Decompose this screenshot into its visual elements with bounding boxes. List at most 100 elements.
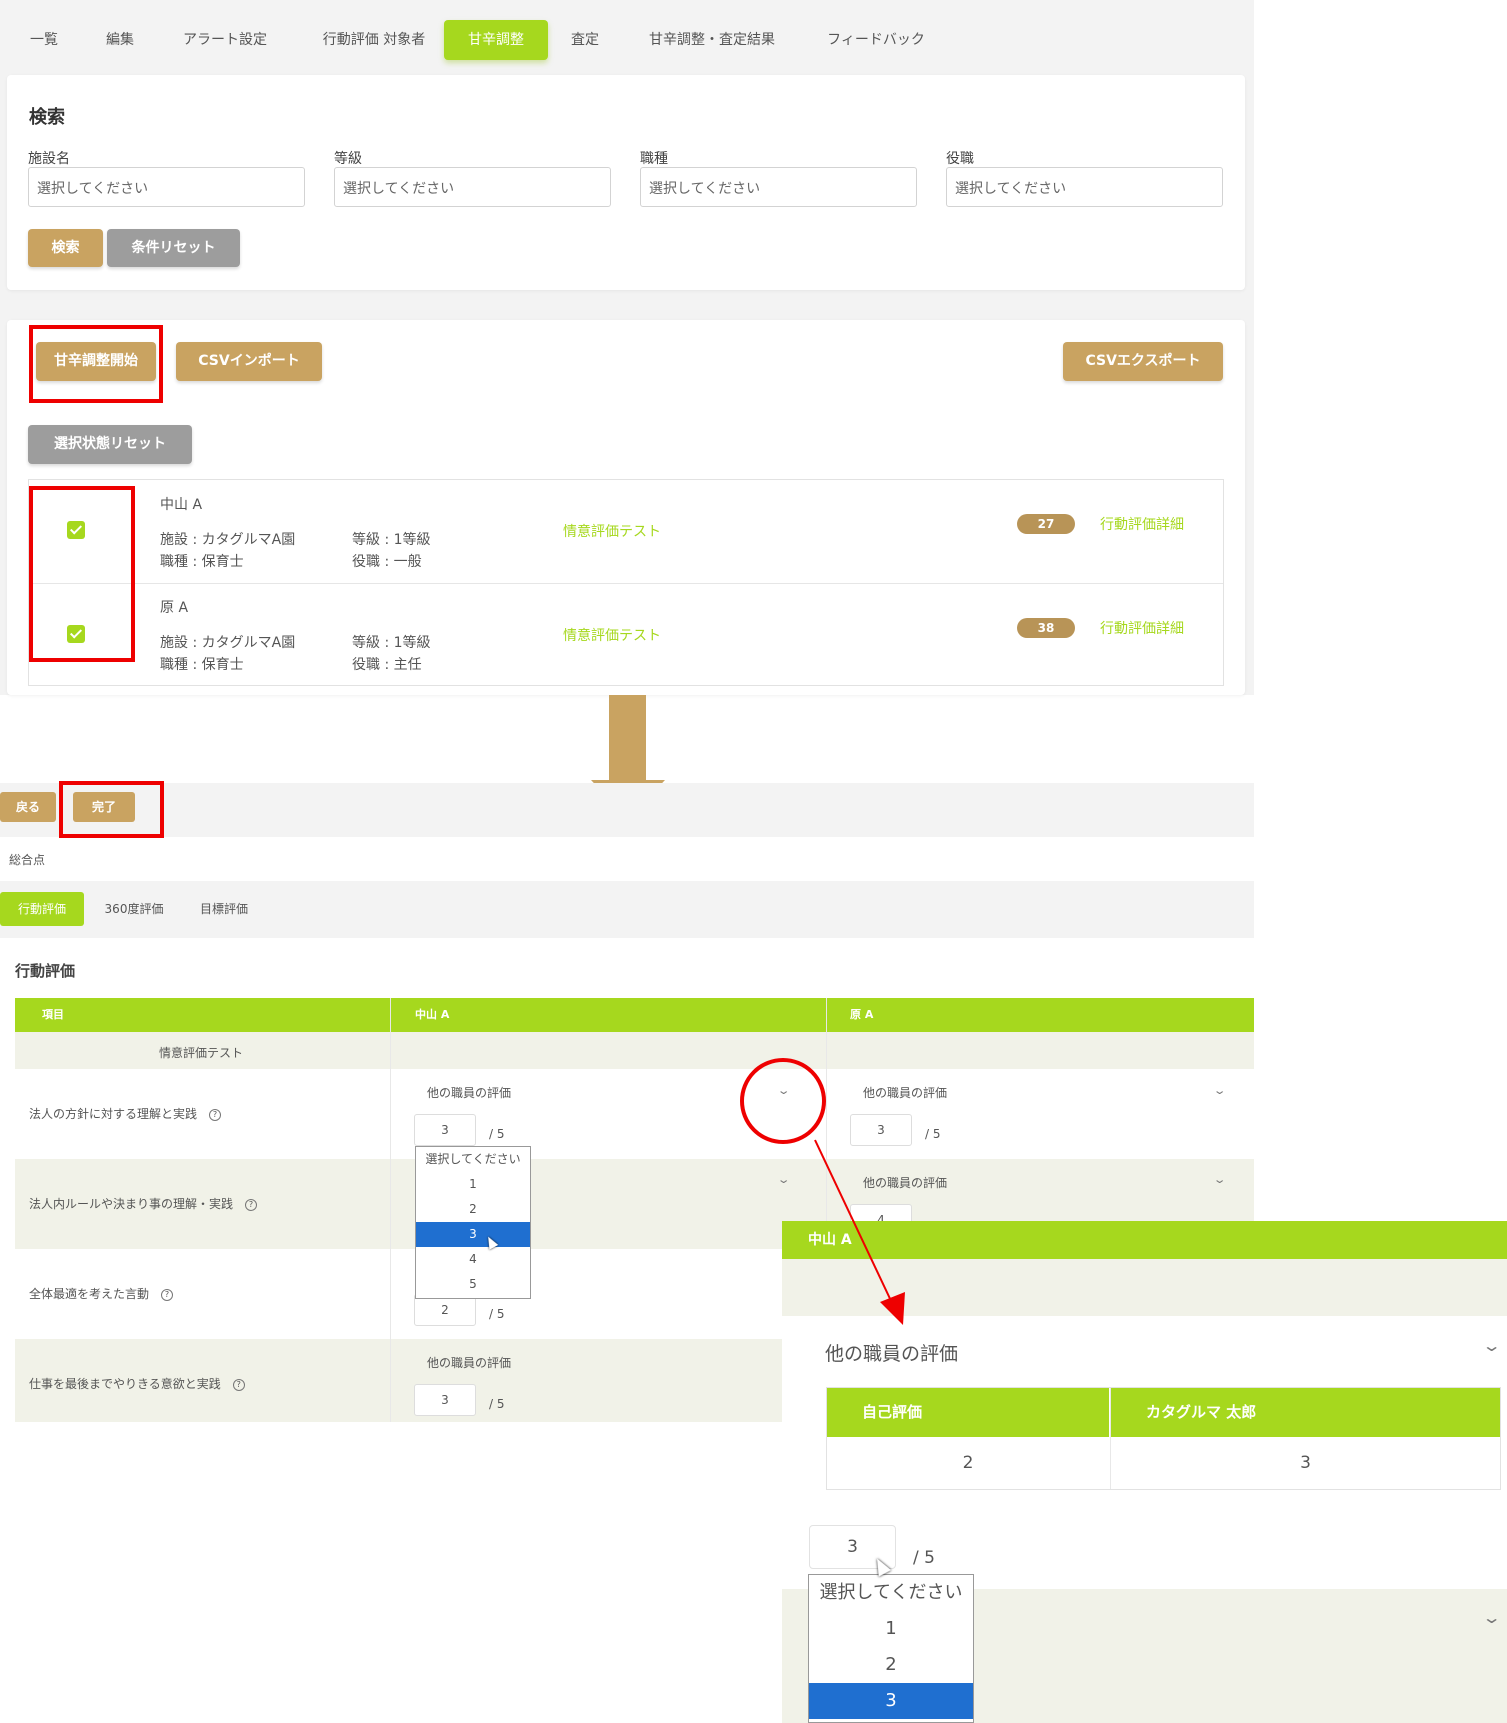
position-select[interactable]: 選択してください [946,167,1223,207]
csv-export-button[interactable]: CSVエクスポート [1063,342,1223,381]
score-select[interactable]: 3 [414,1114,476,1146]
item-label: 全体最適を考えた言動? [29,1285,174,1302]
help-icon[interactable]: ? [232,1378,245,1391]
tab-alert-settings[interactable]: アラート設定 [170,20,280,60]
dropdown-option[interactable]: 選択してください [416,1147,530,1172]
chevron-down-icon[interactable]: ⌄ [777,1084,791,1097]
tab-feedback[interactable]: フィードバック [810,20,942,60]
employee-job-type: 職種 : 保育士 [160,554,244,570]
facility-label: 施設名 [28,151,70,167]
grade-select[interactable]: 選択してください [334,167,611,207]
chevron-down-icon[interactable]: ⌄ [777,1173,791,1186]
list-item: 原 A 施設 : カタグルマA園 職種 : 保育士 等級 : 1等級 役職 : … [29,583,1223,686]
condition-reset-button[interactable]: 条件リセット [107,229,240,267]
employee-column-header: 原 A [850,1008,874,1021]
column-divider [826,998,827,1221]
position-label: 役職 [946,151,974,167]
self-evaluation-value: 2 [962,1453,974,1473]
score-dropdown-list[interactable]: 選択してください 1 2 3 [808,1574,974,1723]
tab-360-evaluation[interactable]: 360度評価 [94,892,174,926]
highlight-box [29,486,135,662]
dropdown-option[interactable]: 4 [416,1247,530,1272]
tab-edit[interactable]: 編集 [92,20,148,60]
score-select[interactable]: 3 [850,1114,912,1146]
score-select[interactable]: 3 [414,1384,476,1416]
search-button[interactable]: 検索 [28,229,103,267]
employee-name: 原 A [160,600,189,616]
back-button[interactable]: 戻る [0,792,56,822]
job-type-select[interactable]: 選択してください [640,167,917,207]
chevron-down-icon[interactable]: ⌄ [1482,1608,1502,1627]
dropdown-option-selected[interactable]: 3 [416,1222,530,1247]
tab-list[interactable]: 一覧 [14,20,74,60]
evaluator-header: カタグルマ 太郎 [1110,1388,1500,1437]
item-label: 法人の方針に対する理解と実践? [29,1105,222,1122]
employee-list: 中山 A 施設 : カタグルマA園 職種 : 保育士 等級 : 1等級 役職 :… [28,479,1224,686]
dropdown-option[interactable]: 2 [809,1647,973,1683]
category-label: 情意評価テスト [159,1046,244,1060]
self-evaluation-header: 自己評価 [827,1388,1109,1437]
tab-adjustment[interactable]: 甘辛調整 [444,20,548,60]
help-icon[interactable]: ? [209,1108,222,1121]
employee-grade: 等級 : 1等級 [352,532,431,548]
tab-assessment[interactable]: 査定 [557,20,613,60]
facility-select[interactable]: 選択してください [28,167,305,207]
employee-facility: 施設 : カタグルマA園 [160,635,296,651]
selection-reset-button[interactable]: 選択状態リセット [28,425,192,464]
other-staff-evaluation-toggle[interactable]: 他の職員の評価 [863,1174,947,1191]
item-label: 法人内ルールや決まり事の理解・実践? [29,1195,258,1212]
tab-adjustment-results[interactable]: 甘辛調整・査定結果 [632,20,792,60]
score-dropdown-list[interactable]: 選択してください 1 2 3 4 5 [415,1146,531,1299]
tab-goal-evaluation[interactable]: 目標評価 [188,892,260,926]
chevron-down-icon[interactable]: ⌄ [1213,1173,1227,1186]
chevron-down-icon[interactable]: ⌄ [1213,1084,1227,1097]
employee-position: 役職 : 主任 [352,657,422,673]
max-score-label: / 5 [925,1127,941,1141]
list-item: 中山 A 施設 : カタグルマA園 職種 : 保育士 等級 : 1等級 役職 :… [29,480,1223,583]
max-score-label: / 5 [913,1548,935,1568]
dropdown-option[interactable]: 2 [416,1197,530,1222]
table-header: 項目 中山 A 原 A [15,998,1254,1032]
total-score-label: 総合点 [9,853,46,867]
zoom-header: 中山 A [782,1221,1507,1259]
score-badge: 38 [1017,618,1075,638]
tab-evaluation-targets[interactable]: 行動評価 対象者 [304,20,444,60]
search-card: 検索 施設名 選択してください 等級 選択してください 職種 選択してください … [7,75,1245,290]
employee-facility: 施設 : カタグルマA園 [160,532,296,548]
job-type-label: 職種 [640,151,668,167]
other-staff-evaluation-toggle[interactable]: 他の職員の評価 [863,1084,947,1101]
chevron-down-icon[interactable]: ⌄ [1482,1336,1502,1355]
dropdown-option-selected[interactable]: 3 [809,1683,973,1719]
behavior-detail-link[interactable]: 行動評価詳細 [1100,514,1184,534]
sub-tab-bar: 行動評価 360度評価 目標評価 [0,881,1254,938]
evaluation-test-link[interactable]: 情意評価テスト [563,521,661,541]
evaluation-test-link[interactable]: 情意評価テスト [563,625,661,645]
csv-import-button[interactable]: CSVインポート [176,342,322,381]
employee-grade: 等級 : 1等級 [352,635,431,651]
dropdown-option[interactable]: 5 [416,1272,530,1297]
zoom-band [782,1259,1507,1316]
item-column-header: 項目 [42,1008,64,1021]
help-icon[interactable]: ? [161,1288,174,1301]
search-title: 検索 [29,107,65,128]
table-row: 法人の方針に対する理解と実践? 他の職員の評価 ⌄ 3 / 5 他の職員の評価 … [15,1069,1254,1159]
help-icon[interactable]: ? [245,1198,258,1211]
other-staff-evaluation-toggle[interactable]: 他の職員の評価 [427,1354,511,1371]
item-label: 仕事を最後までやりきる意欲と実践? [29,1375,245,1392]
tab-behavior-evaluation[interactable]: 行動評価 [0,892,84,926]
behavior-detail-link[interactable]: 行動評価詳細 [1100,618,1184,638]
other-staff-evaluation-toggle[interactable]: 他の職員の評価 [825,1339,958,1366]
column-divider [390,998,391,1422]
max-score-label: / 5 [489,1307,505,1321]
other-staff-evaluation-table: 自己評価 カタグルマ 太郎 2 3 [826,1387,1501,1490]
highlight-box [59,781,164,838]
score-badge: 27 [1017,514,1075,534]
down-arrow-icon [609,695,646,780]
main-tab-bar: 一覧 編集 アラート設定 行動評価 対象者 甘辛調整 査定 甘辛調整・査定結果 … [0,20,1254,64]
dropdown-option[interactable]: 選択してください [809,1575,973,1611]
zoomed-detail-panel: 中山 A 他の職員の評価 ⌄ 自己評価 カタグルマ 太郎 2 3 ⌄ 3 / 5… [782,1221,1507,1723]
dropdown-option[interactable]: 1 [416,1172,530,1197]
employee-column-header: 中山 A [415,1008,450,1021]
other-staff-evaluation-toggle[interactable]: 他の職員の評価 [427,1084,511,1101]
dropdown-option[interactable]: 1 [809,1611,973,1647]
